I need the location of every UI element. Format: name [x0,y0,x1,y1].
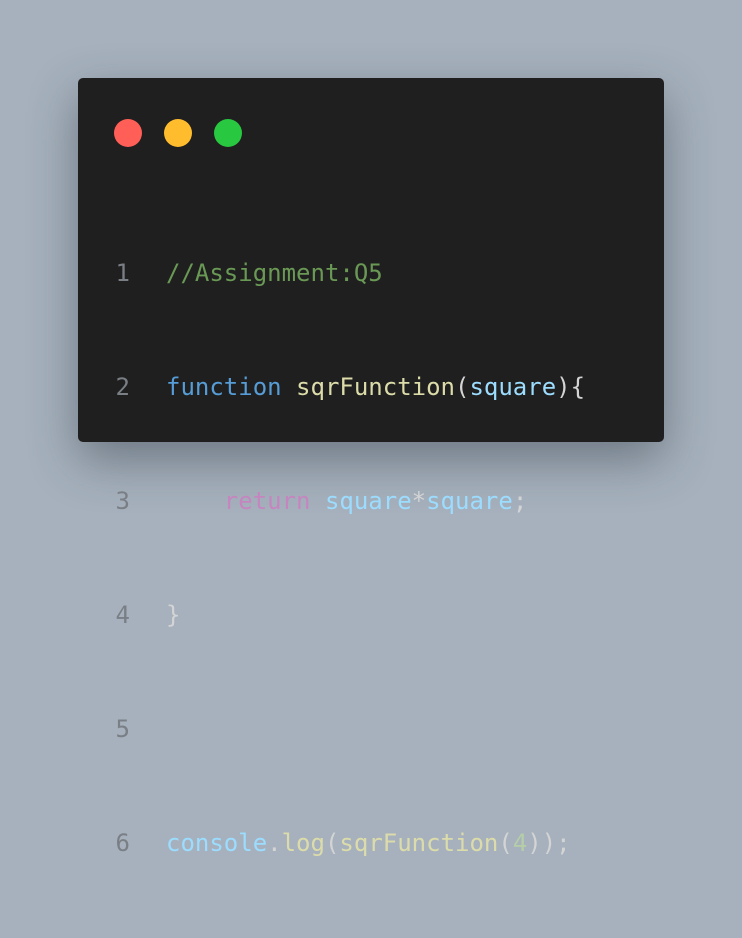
line-number: 3 [115,487,130,515]
code-token-punctuation [282,373,296,401]
line-content: console.log(sqrFunction(4)); [166,824,571,862]
code-token-number: 4 [512,829,528,857]
code-token-function: sqrFunction [296,373,455,401]
code-token-punctuation: * [411,487,427,515]
code-token-control: return [223,487,311,515]
code-line: 4 } [78,596,585,634]
line-number: 6 [115,829,130,857]
code-token-variable: square [426,487,513,515]
zoom-dot-icon[interactable] [214,119,242,147]
line-content: return square*square; [166,482,527,520]
code-token-punctuation: } [166,601,181,629]
line-number: 5 [115,715,130,743]
code-block: 1 //Assignment:Q5 2 function sqrFunction… [78,178,586,938]
code-line: 2 function sqrFunction(square){ [78,368,586,406]
code-token-punctuation: . [267,829,282,857]
minimize-dot-icon[interactable] [164,119,192,147]
code-line: 5 [78,710,585,748]
code-window: 1 //Assignment:Q5 2 function sqrFunction… [78,78,664,857]
code-token-function: sqrFunction [339,829,499,857]
code-token-punctuation: ; [512,487,528,515]
code-line: 6 console.log(sqrFunction(4)); [78,824,585,862]
code-token-variable: square [324,487,412,515]
code-line: 3 return square*square; [78,482,585,520]
code-token-punctuation [311,487,325,515]
line-content: function sqrFunction(square){ [166,368,585,406]
code-token-variable: square [469,373,557,401]
code-token-function: log [281,829,325,857]
code-token-punctuation: ( [498,829,513,857]
line-number: 1 [115,259,130,287]
code-token-comment: //Assignment:Q5 [166,259,383,287]
line-content: } [166,596,180,634]
code-token-punctuation: ( [324,829,340,857]
code-token-punctuation: ){ [556,373,586,401]
code-line: 1 //Assignment:Q5 [78,254,585,292]
line-content: //Assignment:Q5 [166,254,383,292]
code-token-variable: console [166,829,268,857]
code-token-punctuation: )); [527,829,571,857]
code-token-punctuation [166,487,224,515]
close-dot-icon[interactable] [114,119,142,147]
line-number: 4 [115,601,130,629]
line-number: 2 [115,373,130,401]
code-token-keyword: function [166,373,282,401]
code-token-punctuation: ( [455,373,470,401]
window-controls [114,119,242,147]
